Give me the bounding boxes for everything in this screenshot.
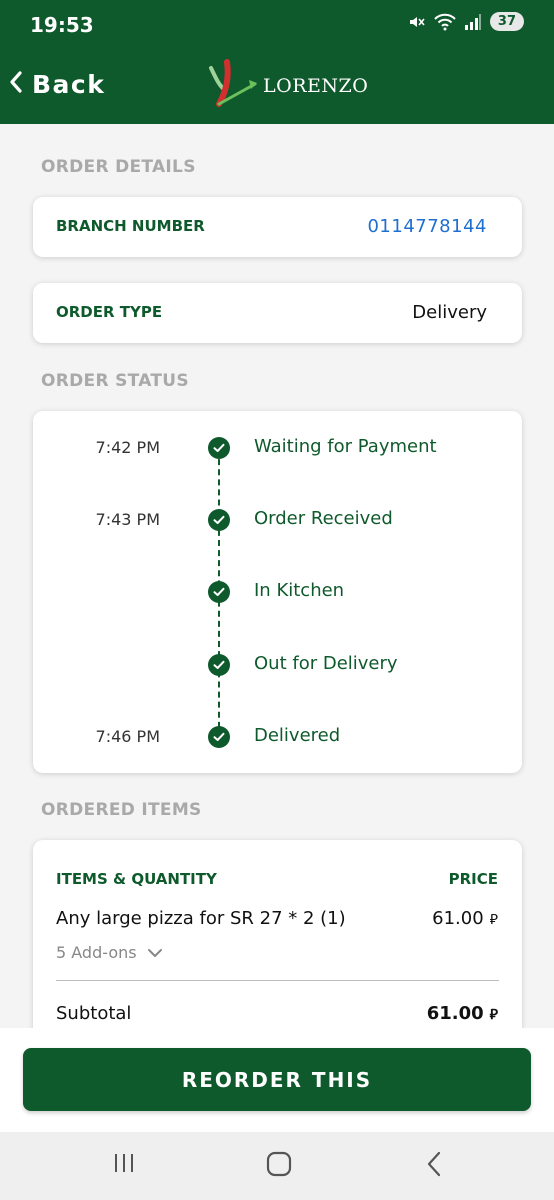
wifi-icon (434, 13, 456, 31)
check-circle-icon (208, 581, 230, 603)
status-step: 7:46 PM Delivered (33, 724, 522, 750)
home-icon[interactable] (265, 1150, 293, 1182)
order-type-label: ORDER TYPE (56, 303, 163, 321)
order-type-card: ORDER TYPE Delivery (33, 283, 522, 343)
order-status-title: ORDER STATUS (41, 371, 189, 391)
chevron-left-icon (8, 70, 24, 98)
item-price: 61.00 ⃁ (432, 908, 498, 929)
order-type-value: Delivery (412, 302, 487, 323)
branch-number-label: BRANCH NUMBER (56, 217, 205, 235)
riyal-currency-icon: ⃁ (489, 912, 498, 928)
subtotal-amount: 61.00 (426, 1003, 484, 1024)
order-status-card: 7:42 PM Waiting for Payment 7:43 PM Orde… (33, 411, 522, 773)
logo-mark-icon (205, 56, 261, 116)
system-navigation-bar (0, 1132, 554, 1200)
order-details-title: ORDER DETAILS (41, 157, 196, 177)
check-circle-icon (208, 726, 230, 748)
divider (56, 980, 499, 981)
mute-icon (408, 13, 426, 31)
step-label: Waiting for Payment (254, 436, 437, 457)
step-time: 7:46 PM (95, 727, 160, 746)
status-step: Out for Delivery (33, 652, 522, 678)
nav-back-icon[interactable] (423, 1150, 447, 1182)
logo-text: LORENZO (263, 75, 369, 97)
system-status-bar: 19:53 37 (0, 0, 554, 44)
item-name: Any large pizza for SR 27 * 2 (1) (56, 908, 346, 929)
status-step: In Kitchen (33, 579, 522, 605)
branch-number-card: BRANCH NUMBER 0114778144 (33, 197, 522, 257)
step-time: 7:42 PM (95, 438, 160, 457)
recent-apps-icon[interactable] (111, 1150, 137, 1180)
step-label: Order Received (254, 508, 393, 529)
riyal-currency-icon: ⃁ (489, 1007, 498, 1023)
chevron-down-icon (147, 943, 163, 962)
ordered-items-card: ITEMS & QUANTITY PRICE Any large pizza f… (33, 840, 522, 1028)
status-step: 7:43 PM Order Received (33, 507, 522, 533)
reorder-button[interactable]: REORDER THIS (23, 1048, 531, 1111)
check-circle-icon (208, 509, 230, 531)
subtotal-label: Subtotal (56, 1003, 132, 1024)
back-button[interactable]: Back (8, 62, 105, 106)
step-label: Out for Delivery (254, 653, 398, 674)
battery-indicator: 37 (489, 12, 524, 31)
app-header: Back LORENZO (0, 44, 554, 124)
status-icons: 37 (408, 12, 524, 31)
status-step: 7:42 PM Waiting for Payment (33, 435, 522, 461)
addons-toggle[interactable]: 5 Add-ons (56, 943, 163, 962)
lorenzo-logo: LORENZO (205, 56, 368, 116)
ordered-items-title: ORDERED ITEMS (41, 800, 202, 820)
addons-label: 5 Add-ons (56, 943, 137, 962)
back-label: Back (32, 69, 106, 99)
price-header: PRICE (448, 870, 498, 888)
check-circle-icon (208, 437, 230, 459)
check-circle-icon (208, 654, 230, 676)
step-label: Delivered (254, 725, 341, 746)
status-time: 19:53 (30, 13, 94, 37)
step-label: In Kitchen (254, 580, 345, 601)
branch-number-link[interactable]: 0114778144 (367, 216, 487, 237)
bottom-action-area: REORDER THIS (0, 1028, 554, 1132)
items-quantity-header: ITEMS & QUANTITY (56, 870, 217, 888)
signal-icon (464, 13, 482, 31)
subtotal-value: 61.00 ⃁ (427, 1003, 498, 1024)
order-content[interactable]: ORDER DETAILS BRANCH NUMBER 0114778144 O… (0, 124, 554, 1028)
step-time: 7:43 PM (95, 510, 160, 529)
item-price-value: 61.00 (432, 908, 484, 929)
